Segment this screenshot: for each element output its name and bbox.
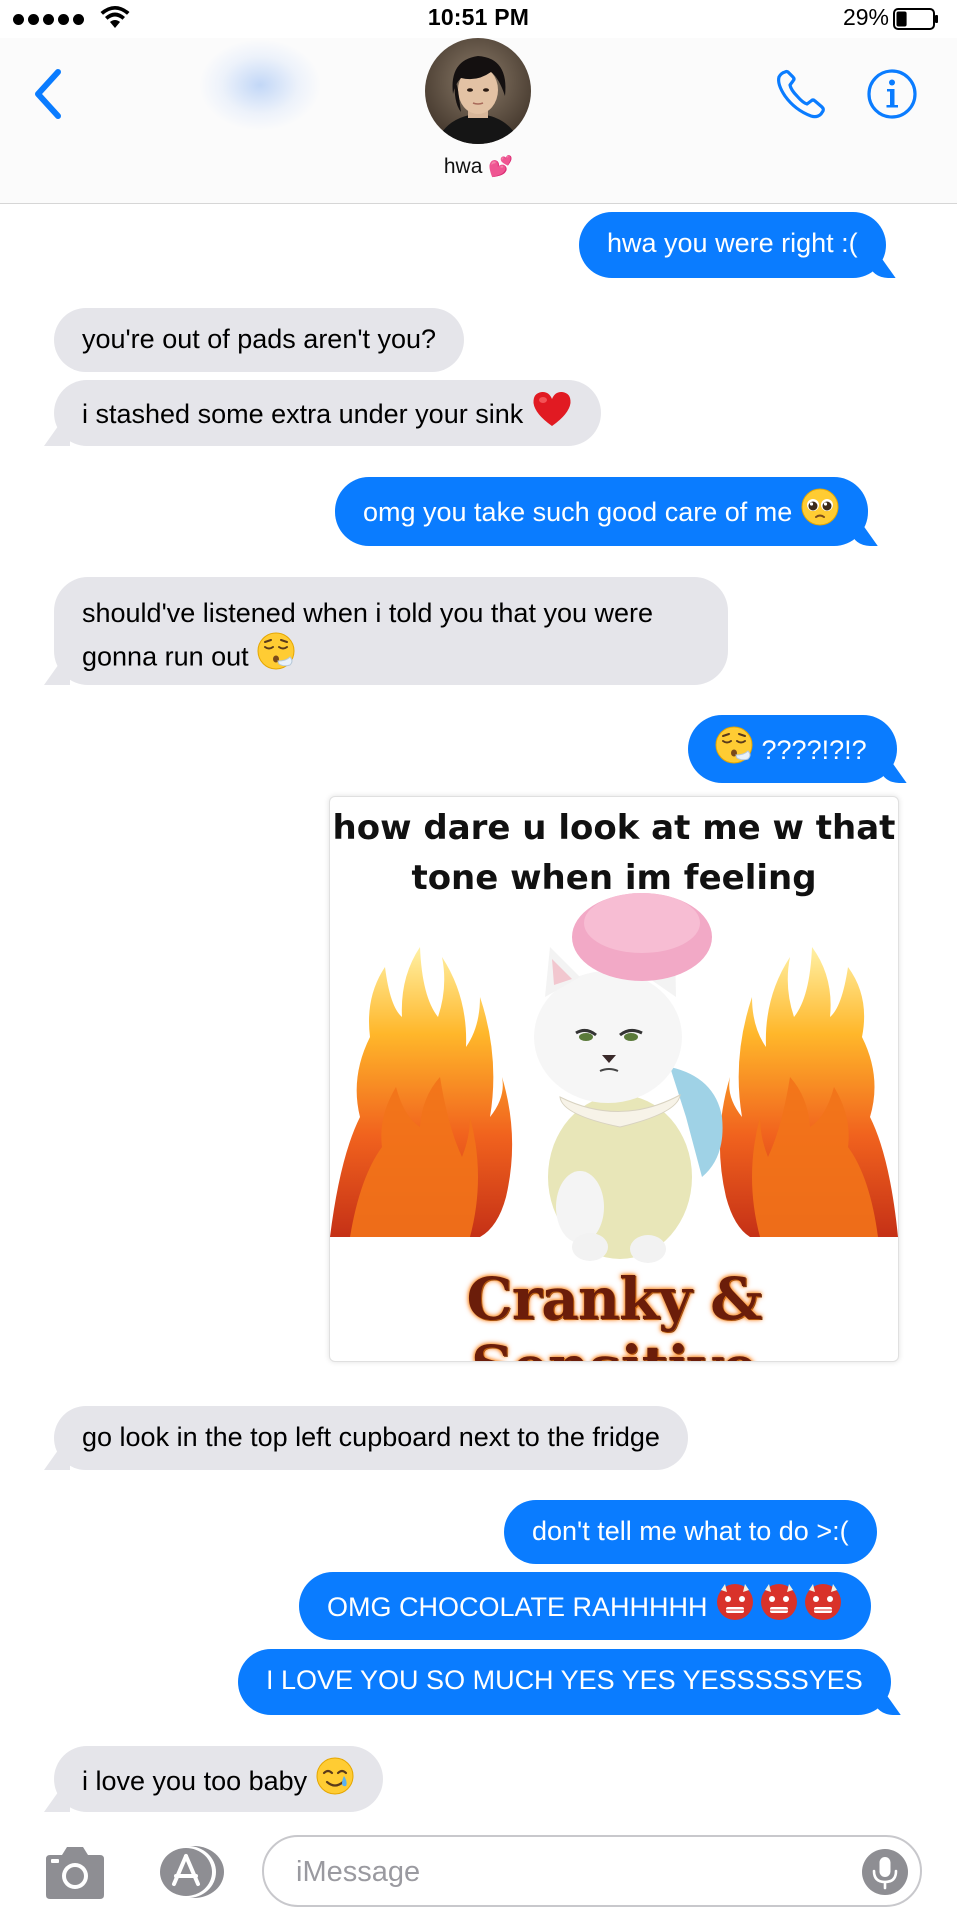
app-store-button[interactable] (150, 1842, 230, 1902)
message-text: omg you take such good care of me (363, 497, 793, 528)
outgoing-message[interactable]: OMG CHOCOLATE RAHHHHH (299, 1572, 872, 1640)
image-attachment[interactable]: how dare u look at me w that tone when i… (329, 796, 899, 1362)
blurred-region (200, 40, 320, 130)
incoming-message[interactable]: you're out of pads aren't you? (54, 308, 465, 372)
two-hearts-emoji: 💕 (488, 156, 514, 178)
contact-avatar[interactable] (425, 38, 531, 144)
camera-button[interactable] (42, 1845, 108, 1901)
outgoing-message[interactable]: don't tell me what to do >:( (504, 1500, 877, 1564)
smiling-face-with-tear-emoji (315, 1756, 355, 1806)
microphone-icon (862, 1849, 908, 1895)
imessage-input[interactable] (294, 1851, 818, 1893)
status-time: 10:51 PM (427, 4, 530, 30)
outgoing-message[interactable]: I LOVE YOU SO MUCH YES YES YESSSSSYES (238, 1649, 891, 1715)
message-text: you're out of pads aren't you? (82, 324, 437, 354)
message-text: OMG CHOCOLATE RAHHHHH (327, 1592, 708, 1623)
camera-icon (46, 1847, 104, 1899)
message-field (262, 1835, 922, 1907)
contact-name[interactable]: hwa 💕 (0, 154, 957, 179)
message-text: hwa you were right :( (607, 228, 858, 258)
message-text: should've listened when i told you that … (82, 598, 654, 672)
chevron-left-icon (35, 69, 61, 119)
incoming-message[interactable]: i stashed some extra under your sink (54, 380, 601, 446)
info-icon (867, 69, 917, 119)
message-text: I LOVE YOU SO MUCH YES YES YESSSSSYES (266, 1665, 863, 1695)
face-exhaling-emoji (714, 725, 754, 775)
contact-name-text: hwa (443, 155, 483, 178)
call-button[interactable] (773, 66, 829, 122)
message-text: ????!?!? (761, 735, 867, 766)
incoming-message[interactable]: should've listened when i told you that … (54, 577, 728, 685)
message-text: i love you too baby (82, 1766, 308, 1797)
app-store-icon (160, 1846, 224, 1898)
battery-icon (893, 8, 938, 30)
pleading-face-emoji (800, 487, 840, 537)
incoming-message[interactable]: go look in the top left cupboard next to… (54, 1406, 688, 1470)
status-bar: 10:51 PM 29% (0, 0, 957, 38)
microphone-button[interactable] (860, 1847, 910, 1897)
meme-caption: how dare u look at me w that tone when i… (332, 808, 896, 898)
ogre-emoji (715, 1582, 843, 1632)
outgoing-message[interactable]: hwa you were right :( (579, 212, 886, 278)
message-text: don't tell me what to do >:( (532, 1516, 849, 1546)
conversation-header: hwa 💕 (0, 38, 957, 204)
battery-percentage: 29% (842, 4, 889, 30)
outgoing-message[interactable]: omg you take such good care of me (335, 477, 868, 546)
message-text: go look in the top left cupboard next to… (82, 1422, 660, 1452)
incoming-message[interactable]: i love you too baby (54, 1746, 383, 1812)
meme-footer-text: Cranky & Sensitive (466, 1265, 763, 1361)
info-button[interactable] (866, 68, 918, 120)
face-exhaling-emoji (256, 631, 296, 682)
phone-icon (777, 69, 825, 119)
red-heart-emoji (531, 390, 573, 438)
outgoing-message[interactable]: ????!?!? (688, 715, 897, 783)
imessage-screen: 10:51 PM 29% hwa 💕 hwa you were right:(… (0, 0, 957, 1920)
message-text: i stashed some extra under your sink (82, 399, 524, 430)
back-button[interactable] (28, 64, 68, 124)
compose-bar (0, 1815, 957, 1920)
